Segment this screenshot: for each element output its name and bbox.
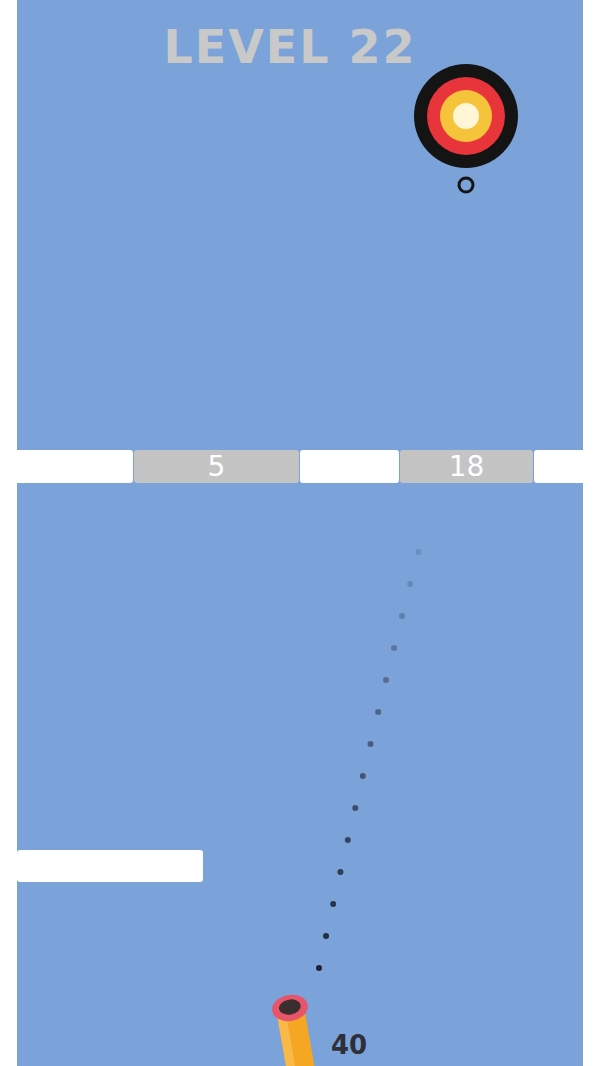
trajectory [0,0,600,1066]
block-bar: 5 18 [0,450,600,483]
gap-block [300,450,399,483]
game-screen[interactable]: LEVEL 22 5 18 40 [0,0,600,1066]
cannon-icon[interactable] [258,986,328,1066]
platform [17,850,203,882]
ball-icon [456,175,476,195]
play-field[interactable]: LEVEL 22 [17,0,583,1066]
ball-count: 40 [331,1030,367,1061]
hit-block: 5 [134,450,299,483]
hit-block: 18 [400,450,533,483]
gap-block [534,450,600,483]
gap-block [0,450,133,483]
trajectory-dots-icon [0,0,600,1066]
target-icon [412,62,520,170]
level-title: LEVEL 22 [163,22,436,73]
